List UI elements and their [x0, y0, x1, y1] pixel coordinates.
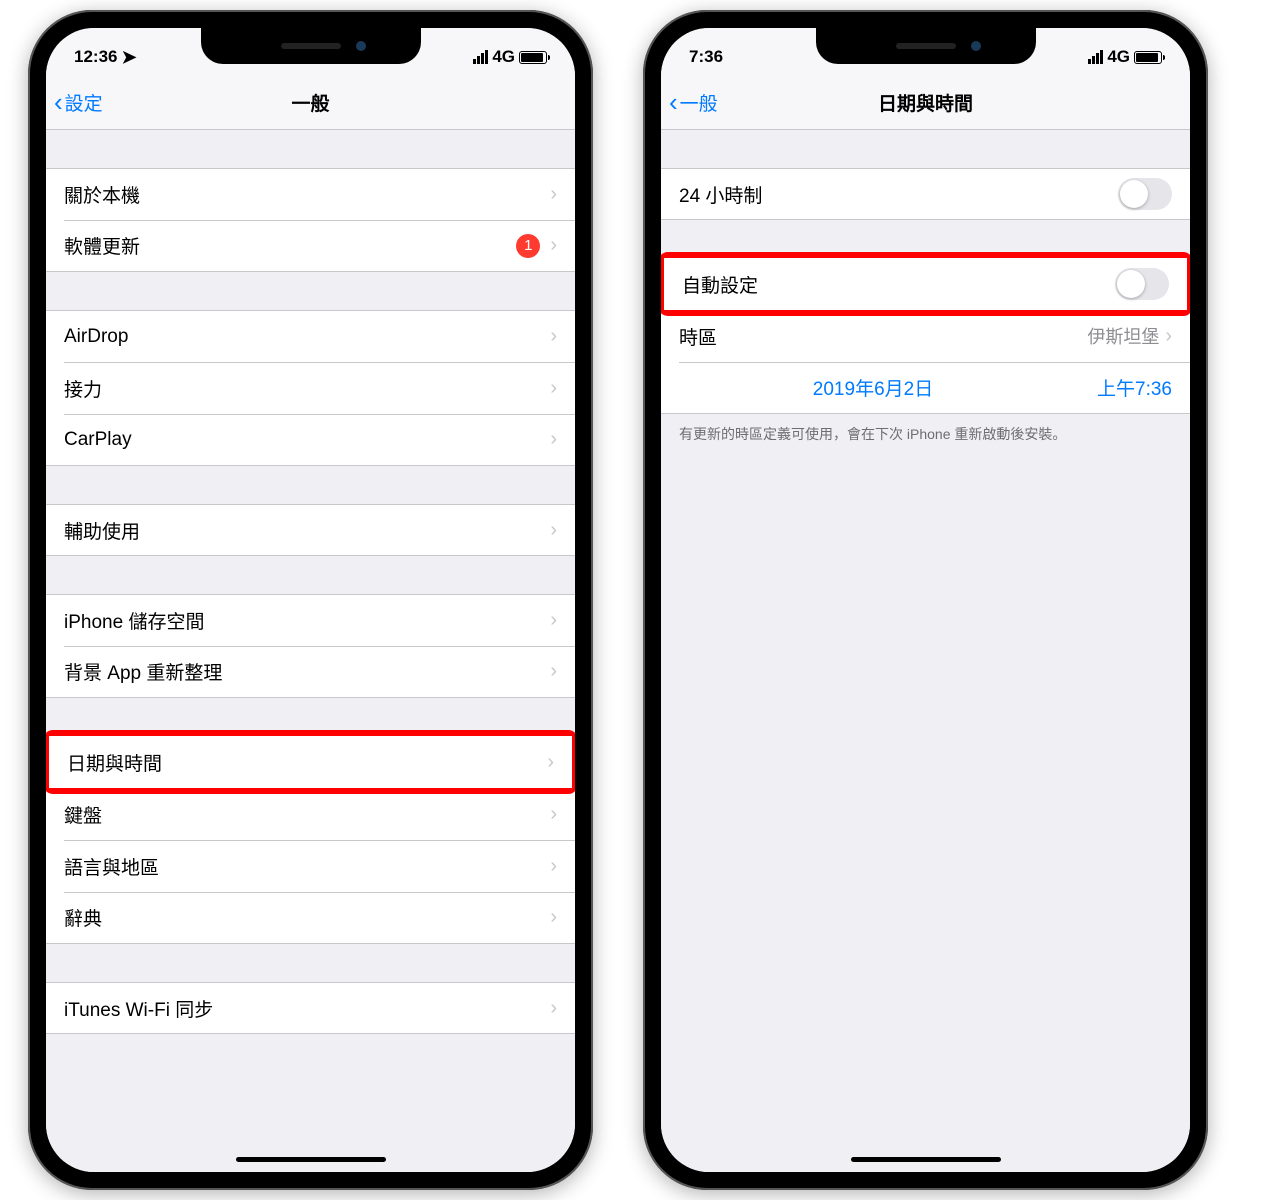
back-label: 設定 [65, 89, 103, 116]
network-label: 4G [492, 47, 515, 67]
cell-label: 接力 [64, 375, 550, 402]
phone-left: 12:36 ➤ 4G ‹ 設定 一般 關於本機 › [28, 10, 593, 1190]
cell-itunes-wifi[interactable]: iTunes Wi-Fi 同步 › [46, 982, 575, 1034]
cell-label: CarPlay [64, 429, 550, 451]
content[interactable]: 關於本機 › 軟體更新 1 › AirDrop › 接力 › [46, 130, 575, 1172]
cell-label: 鍵盤 [64, 801, 550, 828]
cell-dictionary[interactable]: 辭典 › [46, 892, 575, 944]
cell-value: 伊斯坦堡 [1087, 323, 1159, 349]
toggle-auto[interactable] [1115, 268, 1169, 300]
cell-label: 辭典 [64, 904, 550, 931]
group-auto: 自動設定 時區 伊斯坦堡 › 2019年6月2日 上午7:36 [661, 252, 1190, 414]
chevron-right-icon: › [550, 519, 557, 542]
chevron-right-icon: › [547, 751, 554, 774]
cell-language-region[interactable]: 語言與地區 › [46, 840, 575, 892]
cell-airdrop[interactable]: AirDrop › [46, 310, 575, 362]
nav-bar: ‹ 一般 日期與時間 [661, 76, 1190, 130]
page-title: 一般 [46, 89, 575, 116]
chevron-right-icon: › [550, 803, 557, 826]
battery-icon [1134, 51, 1162, 64]
page-title: 日期與時間 [661, 89, 1190, 116]
home-indicator[interactable] [851, 1157, 1001, 1162]
chevron-left-icon: ‹ [54, 87, 63, 118]
cell-auto[interactable]: 自動設定 [664, 258, 1187, 310]
group-about: 關於本機 › 軟體更新 1 › [46, 168, 575, 272]
date-value: 2019年6月2日 [679, 374, 1067, 401]
status-time: 7:36 [689, 47, 723, 67]
status-time: 12:36 [74, 47, 117, 67]
network-label: 4G [1107, 47, 1130, 67]
chevron-left-icon: ‹ [669, 87, 678, 118]
cell-label: iPhone 儲存空間 [64, 607, 550, 634]
group-system: 日期與時間 › 鍵盤 › 語言與地區 › 辭典 › [46, 730, 575, 944]
cell-handoff[interactable]: 接力 › [46, 362, 575, 414]
cell-label: 軟體更新 [64, 232, 516, 259]
back-label: 一般 [680, 89, 718, 116]
update-badge: 1 [516, 234, 540, 258]
chevron-right-icon: › [550, 183, 557, 206]
back-button[interactable]: ‹ 設定 [54, 87, 103, 118]
location-icon: ➤ [121, 47, 136, 68]
home-indicator[interactable] [236, 1157, 386, 1162]
phone-right: 7:36 4G ‹ 一般 日期與時間 24 小時制 [643, 10, 1208, 1190]
signal-icon [1088, 50, 1103, 64]
notch [201, 28, 421, 64]
chevron-right-icon: › [550, 325, 557, 348]
chevron-right-icon: › [1165, 325, 1172, 348]
cell-carplay[interactable]: CarPlay › [46, 414, 575, 466]
chevron-right-icon: › [550, 855, 557, 878]
cell-software-update[interactable]: 軟體更新 1 › [46, 220, 575, 272]
cell-label: 時區 [679, 323, 1087, 350]
time-value: 上午7:36 [1067, 374, 1172, 401]
chevron-right-icon: › [550, 906, 557, 929]
cell-timezone[interactable]: 時區 伊斯坦堡 › [661, 310, 1190, 362]
highlight-date-time: 日期與時間 › [46, 730, 575, 794]
cell-accessibility[interactable]: 輔助使用 › [46, 504, 575, 556]
cell-about[interactable]: 關於本機 › [46, 168, 575, 220]
cell-datetime[interactable]: 2019年6月2日 上午7:36 [661, 362, 1190, 414]
footer-note: 有更新的時區定義可使用，會在下次 iPhone 重新啟動後安裝。 [661, 414, 1190, 454]
cell-label: AirDrop [64, 326, 550, 348]
cell-keyboard[interactable]: 鍵盤 › [46, 788, 575, 840]
content[interactable]: 24 小時制 自動設定 時區 伊斯坦堡 › 2019年6月2日 [661, 130, 1190, 1172]
cell-label: 關於本機 [64, 181, 550, 208]
chevron-right-icon: › [550, 660, 557, 683]
cell-date-time[interactable]: 日期與時間 › [49, 736, 572, 788]
cell-bg-refresh[interactable]: 背景 App 重新整理 › [46, 646, 575, 698]
group-accessibility: 輔助使用 › [46, 504, 575, 556]
cell-label: 語言與地區 [64, 853, 550, 880]
battery-icon [519, 51, 547, 64]
chevron-right-icon: › [550, 609, 557, 632]
chevron-right-icon: › [550, 234, 557, 257]
cell-label: iTunes Wi-Fi 同步 [64, 995, 550, 1022]
cell-label: 背景 App 重新整理 [64, 658, 550, 685]
cell-label: 日期與時間 [67, 749, 547, 776]
cell-label: 24 小時制 [679, 181, 1118, 208]
highlight-auto: 自動設定 [661, 252, 1190, 316]
toggle-24h[interactable] [1118, 178, 1172, 210]
chevron-right-icon: › [550, 377, 557, 400]
group-connectivity: AirDrop › 接力 › CarPlay › [46, 310, 575, 466]
cell-label: 自動設定 [682, 271, 1115, 298]
group-24h: 24 小時制 [661, 168, 1190, 220]
back-button[interactable]: ‹ 一般 [669, 87, 718, 118]
group-itunes: iTunes Wi-Fi 同步 › [46, 982, 575, 1034]
nav-bar: ‹ 設定 一般 [46, 76, 575, 130]
cell-storage[interactable]: iPhone 儲存空間 › [46, 594, 575, 646]
notch [816, 28, 1036, 64]
group-storage: iPhone 儲存空間 › 背景 App 重新整理 › [46, 594, 575, 698]
cell-24h[interactable]: 24 小時制 [661, 168, 1190, 220]
cell-label: 輔助使用 [64, 517, 550, 544]
chevron-right-icon: › [550, 428, 557, 451]
screen-left: 12:36 ➤ 4G ‹ 設定 一般 關於本機 › [46, 28, 575, 1172]
screen-right: 7:36 4G ‹ 一般 日期與時間 24 小時制 [661, 28, 1190, 1172]
chevron-right-icon: › [550, 997, 557, 1020]
signal-icon [473, 50, 488, 64]
